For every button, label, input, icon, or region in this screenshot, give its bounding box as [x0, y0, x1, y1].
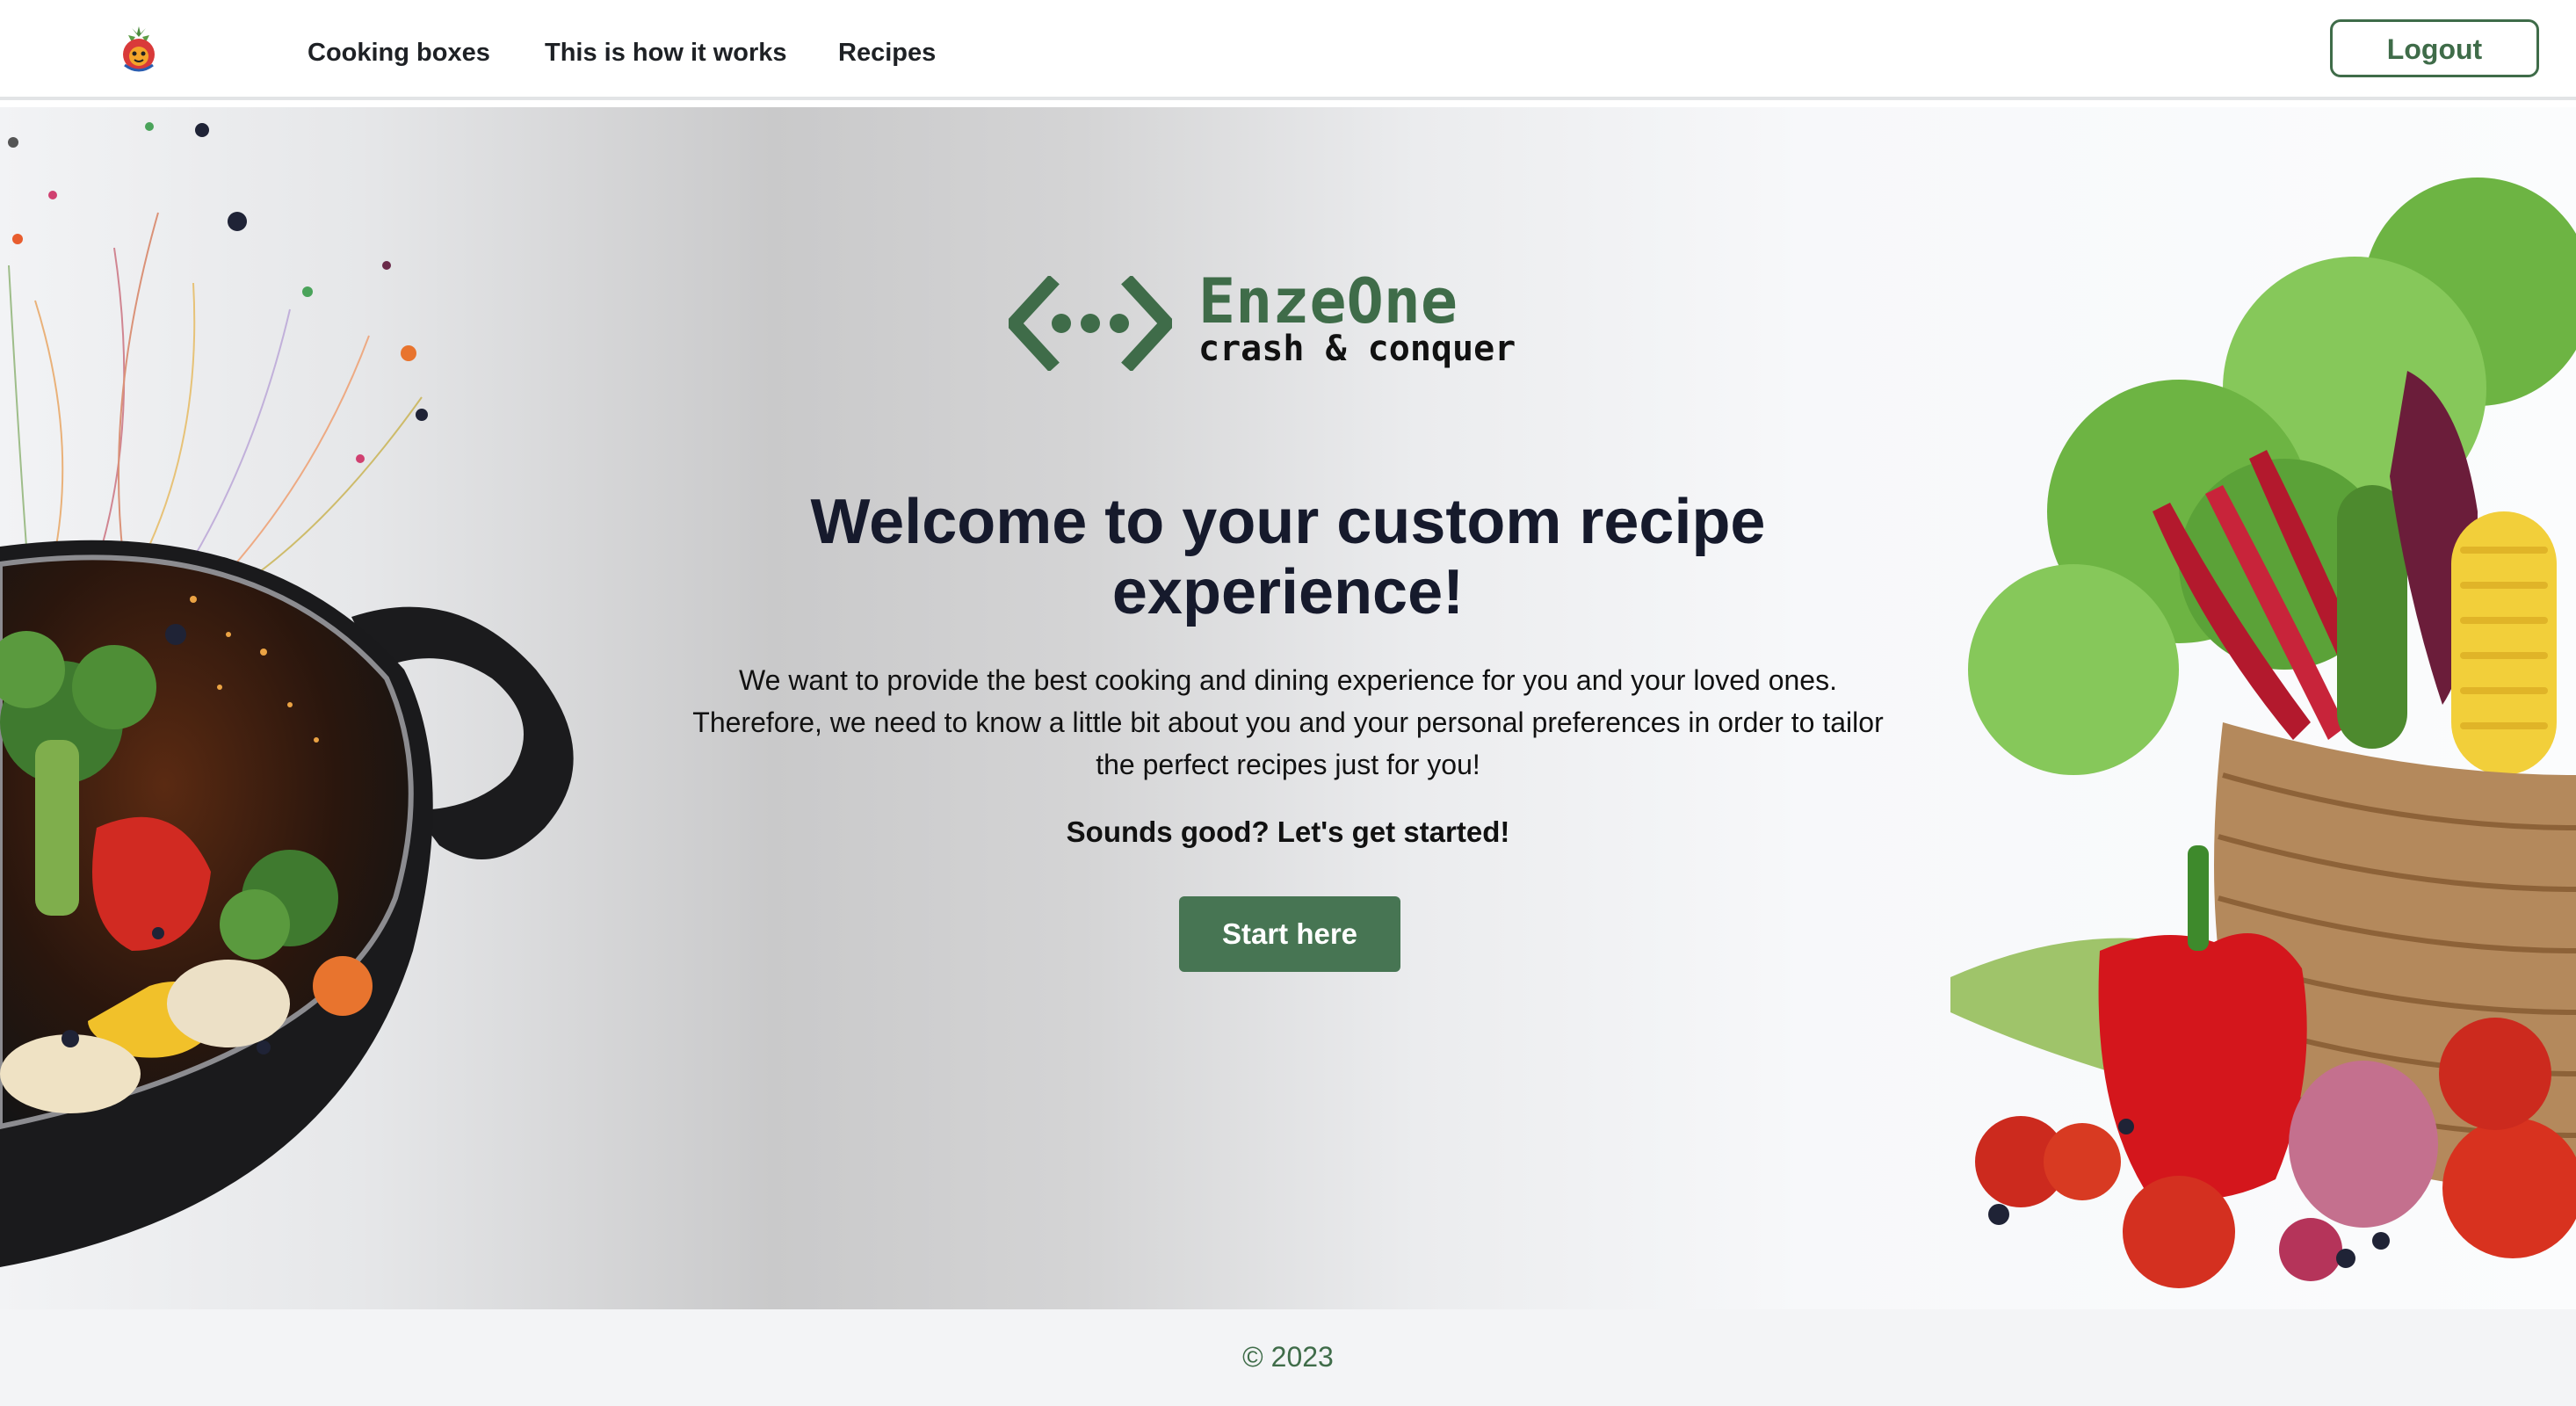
intro-description: We want to provide the best cooking and …	[692, 664, 1884, 780]
footer-copyright: © 2023	[1242, 1341, 1334, 1373]
nav-link-cooking-boxes[interactable]: Cooking boxes	[308, 39, 490, 68]
page-footer: © 2023	[0, 1309, 2576, 1406]
logout-button[interactable]: Logout	[2330, 19, 2539, 77]
code-brackets-dots-icon	[1009, 276, 1172, 371]
brand-name: EnzeOne	[1198, 265, 1458, 337]
top-navbar: Cooking boxes This is how it works Recip…	[0, 0, 2576, 100]
strawberry-mascot-icon[interactable]	[112, 25, 165, 77]
nav-link-recipes[interactable]: Recipes	[838, 39, 936, 68]
page-title: Welcome to your custom recipe experience…	[810, 487, 1766, 627]
nav-link-how-it-works[interactable]: This is how it works	[545, 39, 787, 68]
hero-section: EnzeOne crash & conquer Welcome to your …	[0, 107, 2576, 1309]
start-here-button[interactable]: Start here	[1179, 896, 1400, 972]
cta-text: Sounds good? Let's get started!	[1066, 815, 1510, 848]
cooking-pot-vegetables-image	[0, 122, 574, 1267]
brand-tagline: crash & conquer	[1198, 329, 1516, 369]
vegetable-basket-image	[1950, 178, 2576, 1288]
